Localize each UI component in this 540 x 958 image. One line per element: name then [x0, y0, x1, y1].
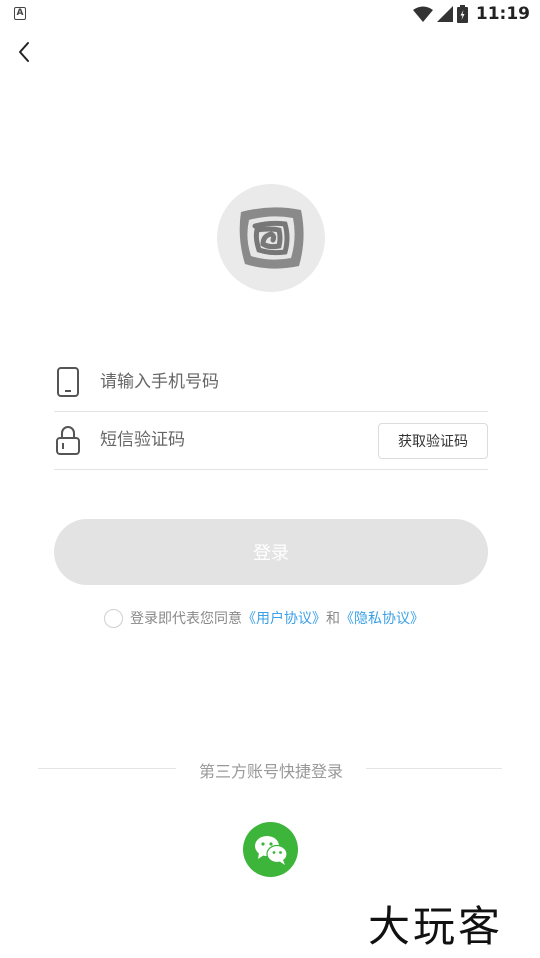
agreement-row: 登录即代表您同意 《用户协议》 和 《隐私协议》 [104, 607, 424, 629]
sms-code-field: 获取验证码 [54, 412, 488, 470]
battery-icon [456, 5, 468, 23]
privacy-policy-link[interactable]: 《隐私协议》 [340, 608, 424, 628]
get-code-button[interactable]: 获取验证码 [378, 423, 488, 459]
login-button[interactable]: 登录 [54, 519, 488, 585]
divider-right [366, 768, 502, 769]
signal-icon [436, 6, 453, 22]
lock-icon [56, 426, 80, 455]
sms-code-input[interactable] [100, 424, 400, 456]
phone-input[interactable] [100, 366, 400, 398]
agreement-and: 和 [326, 611, 340, 627]
status-bar: A 11:19 [0, 0, 540, 28]
wechat-login-button[interactable] [243, 822, 298, 877]
status-icons: 11:19 [412, 3, 530, 25]
phone-field [54, 354, 488, 412]
status-time: 11:19 [475, 4, 530, 24]
watermark-text: 大玩客 [368, 902, 504, 951]
app-logo-avatar [217, 184, 325, 292]
spiral-logo-icon [239, 207, 304, 269]
wifi-icon [412, 6, 433, 22]
wechat-icon [254, 835, 288, 865]
notification-icon: A [14, 7, 26, 20]
back-arrow-icon [19, 42, 29, 62]
phone-icon [57, 367, 79, 397]
divider-left [38, 768, 176, 769]
back-button[interactable] [12, 38, 40, 66]
third-party-title: 第三方账号快捷登录 [198, 762, 343, 781]
user-agreement-link[interactable]: 《用户协议》 [242, 608, 326, 628]
agreement-prefix: 登录即代表您同意 [130, 611, 242, 627]
agree-checkbox[interactable] [104, 608, 123, 628]
